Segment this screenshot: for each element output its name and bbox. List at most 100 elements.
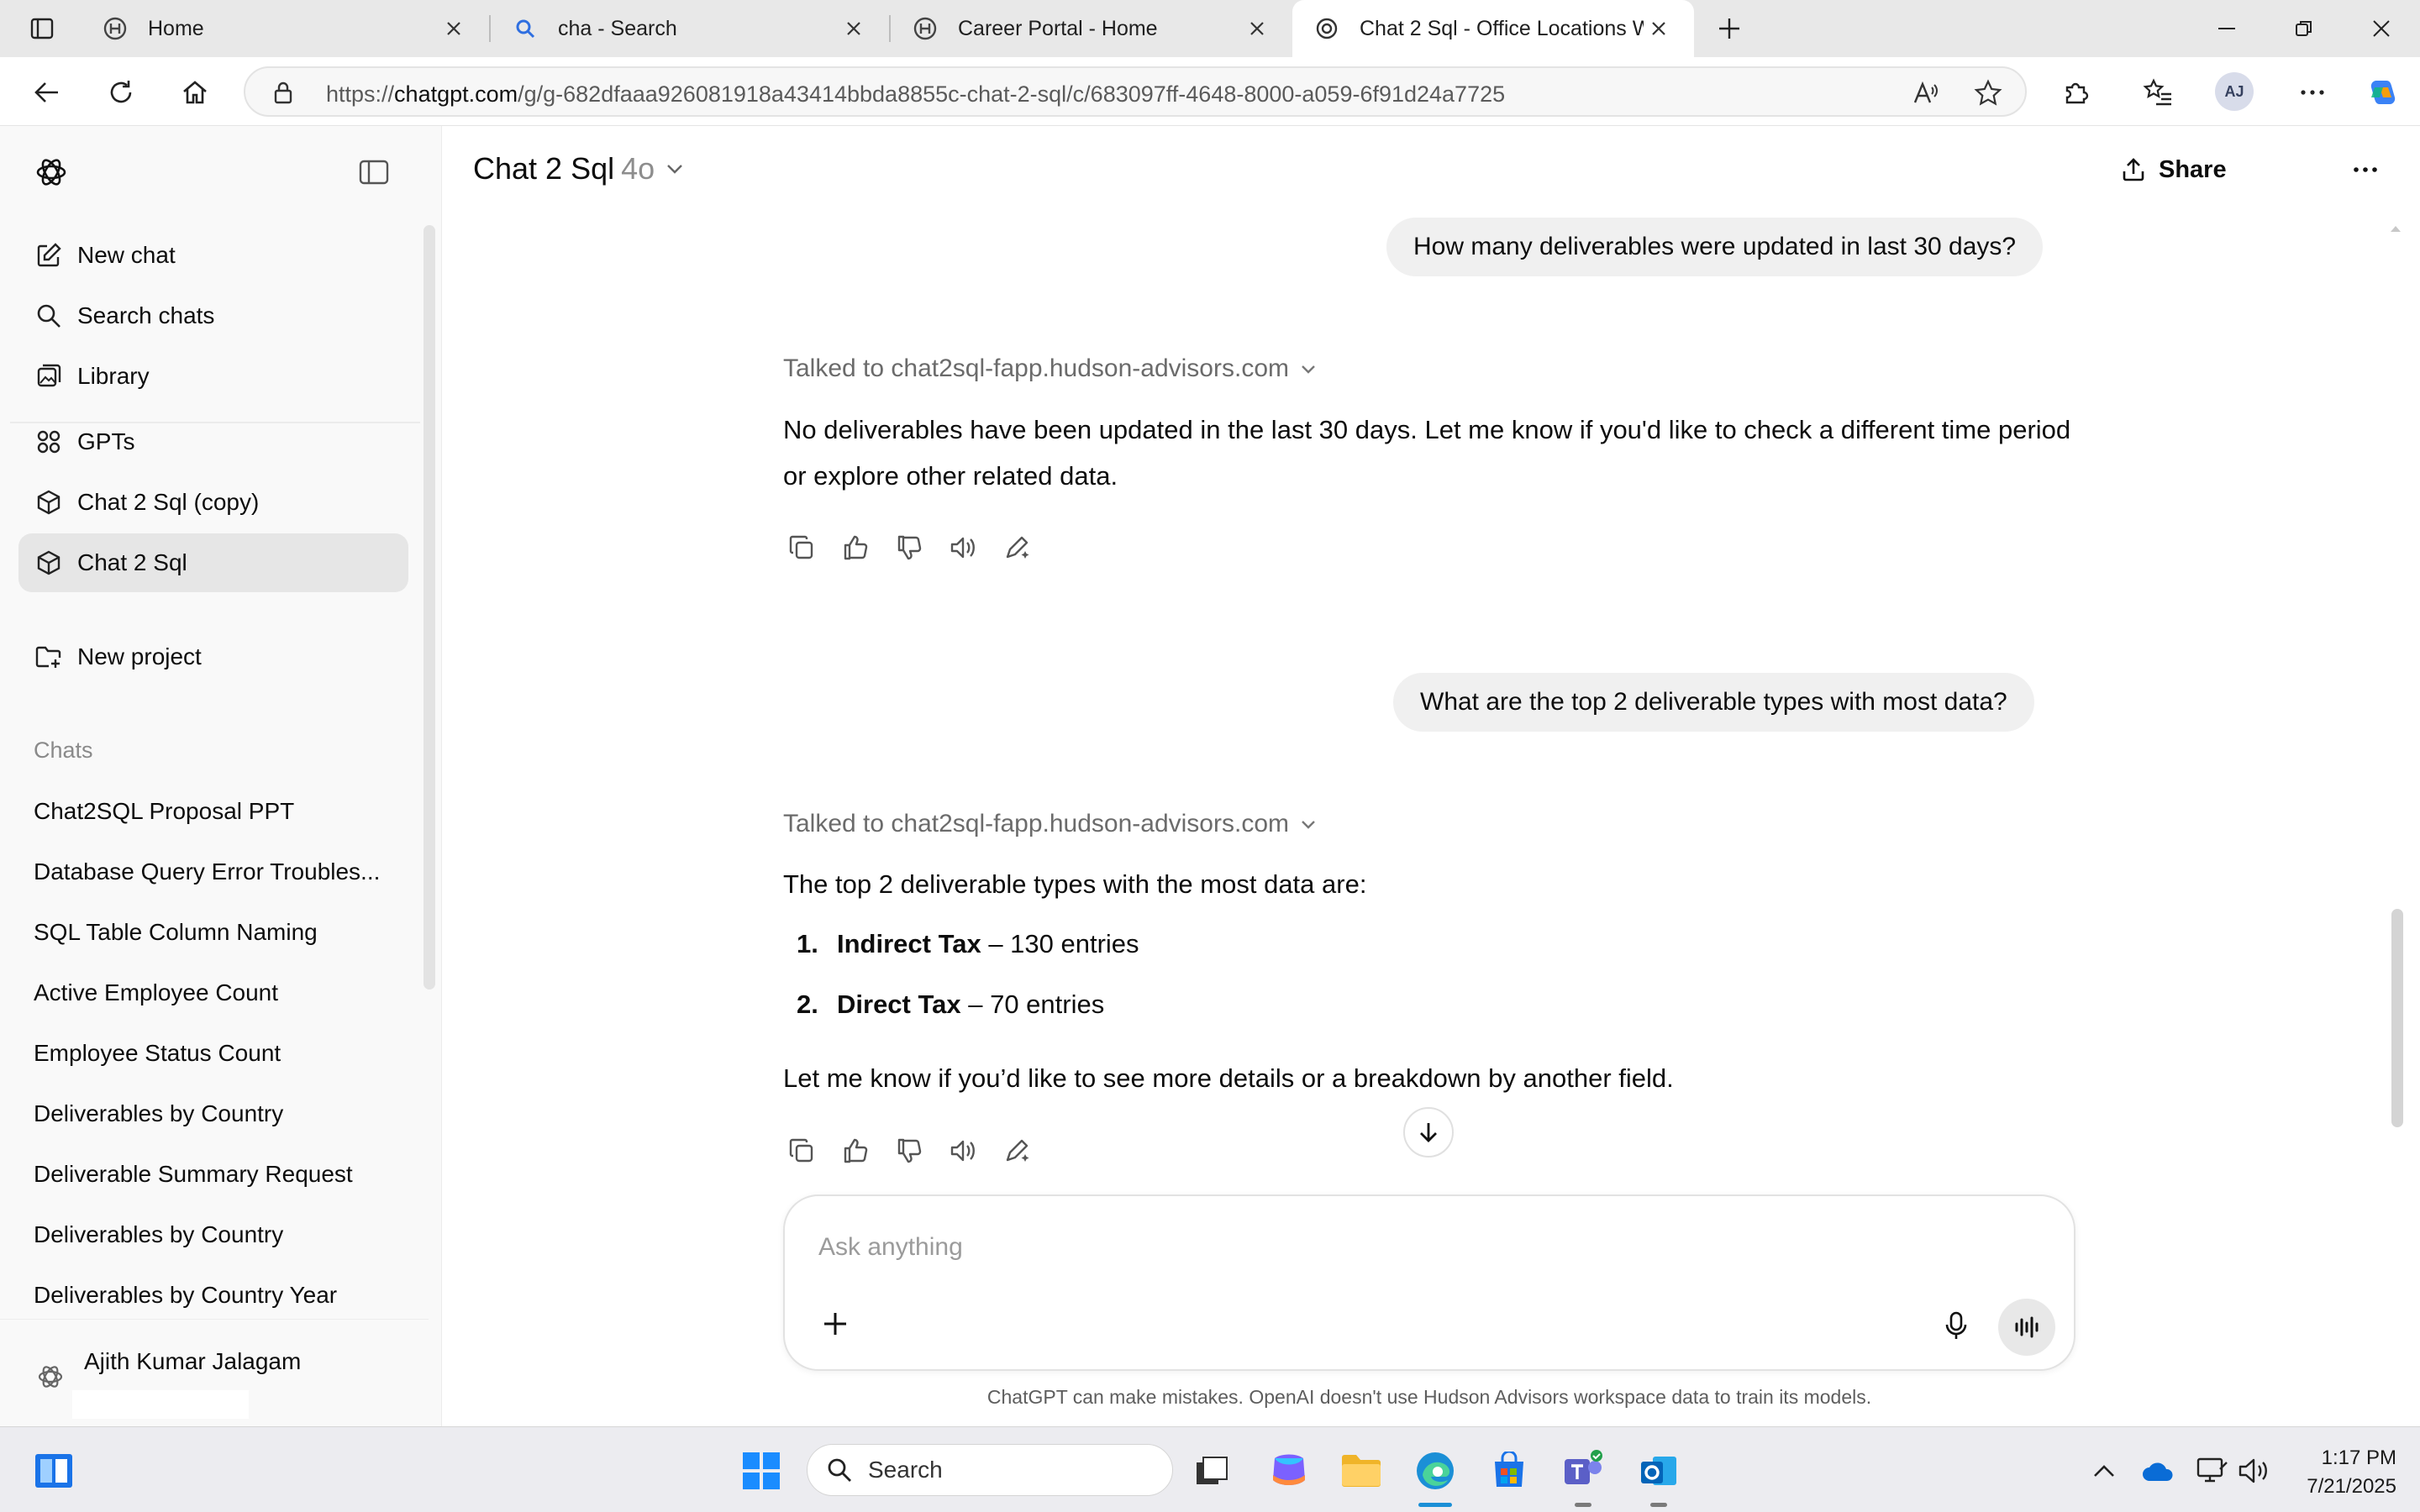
sidebar-scrollbar[interactable]: [424, 225, 435, 990]
copilot-button[interactable]: [2363, 72, 2403, 113]
favorites-button[interactable]: [2138, 72, 2178, 113]
teams-app[interactable]: [1560, 1447, 1607, 1494]
add-attachment-button[interactable]: [815, 1304, 855, 1344]
tab-career-portal[interactable]: Career Portal - Home: [891, 0, 1292, 57]
home-button[interactable]: [175, 72, 215, 113]
thumbs-down-icon[interactable]: [891, 1132, 928, 1169]
read-aloud-icon[interactable]: [944, 529, 981, 566]
favorite-star-icon[interactable]: [1973, 78, 2003, 108]
restore-icon: [2294, 18, 2314, 39]
close-window-button[interactable]: [2343, 0, 2420, 57]
chat-history-item[interactable]: Database Query Error Troubles...: [34, 858, 387, 885]
file-explorer-app[interactable]: [1338, 1447, 1385, 1494]
read-aloud-icon[interactable]: [1911, 78, 1941, 108]
widgets-button[interactable]: [30, 1447, 77, 1494]
chat-history-item[interactable]: SQL Table Column Naming: [34, 919, 387, 946]
close-icon: [2371, 18, 2391, 39]
tab-close-icon[interactable]: [439, 13, 469, 44]
folder-icon: [1342, 1455, 1381, 1487]
read-aloud-icon[interactable]: [944, 1132, 981, 1169]
tab-title: Career Portal - Home: [958, 16, 1158, 40]
sidebar-item-search-chats[interactable]: Search chats: [18, 286, 408, 345]
minimize-button[interactable]: [2188, 0, 2265, 57]
scroll-to-bottom-button[interactable]: [1403, 1107, 1454, 1158]
address-bar[interactable]: https://chatgpt.com/g/g-682dfaaa92608191…: [244, 66, 2027, 117]
disclaimer-text: ChatGPT can make mistakes. OpenAI doesn'…: [986, 1386, 1872, 1408]
favorites-list-icon: [2143, 77, 2173, 108]
conversation-options-button[interactable]: [2345, 150, 2386, 190]
chat-history-item[interactable]: Deliverables by Country Year: [34, 1282, 387, 1309]
windows-taskbar: Search 1:17 PM 7/21/2025: [0, 1426, 2420, 1512]
user-profile-row[interactable]: Ajith Kumar Jalagam: [0, 1319, 429, 1426]
clock-date: 7/21/2025: [2307, 1475, 2396, 1498]
sidebar: New chat Search chats Library GPTs Chat …: [0, 126, 442, 1426]
tab-search[interactable]: cha - Search: [491, 0, 889, 57]
thumbs-up-icon[interactable]: [837, 1132, 874, 1169]
tab-close-icon[interactable]: [1644, 13, 1674, 44]
sidebar-item-library[interactable]: Library: [18, 347, 408, 406]
back-button[interactable]: [27, 72, 67, 113]
edge-browser-app[interactable]: [1412, 1447, 1459, 1494]
sidebar-item-new-chat[interactable]: New chat: [18, 226, 408, 285]
tab-actions-icon: [29, 16, 55, 41]
start-button[interactable]: [738, 1447, 785, 1494]
m365-app[interactable]: [1265, 1447, 1313, 1494]
user-message: What are the top 2 deliverable types wit…: [1393, 673, 2034, 732]
taskbar-search[interactable]: Search: [807, 1444, 1173, 1496]
tab-actions-button[interactable]: [18, 12, 66, 45]
url-text: https://chatgpt.com/g/g-682dfaaa92608191…: [326, 81, 1506, 107]
copy-icon[interactable]: [783, 1132, 820, 1169]
chat-history-item[interactable]: Deliverable Summary Request: [34, 1161, 387, 1188]
voice-wave-icon: [2015, 1316, 2039, 1338]
extensions-button[interactable]: [2055, 72, 2096, 113]
copy-icon[interactable]: [783, 529, 820, 566]
share-button[interactable]: Share: [2120, 146, 2227, 193]
tool-call-summary[interactable]: Talked to chat2sql-fapp.hudson-advisors.…: [783, 810, 1318, 838]
user-name: Ajith Kumar Jalagam: [84, 1348, 302, 1374]
store-app[interactable]: [1486, 1447, 1533, 1494]
chat-history-item[interactable]: Employee Status Count: [34, 1040, 387, 1067]
settings-more-button[interactable]: [2292, 72, 2333, 113]
show-hidden-icons-button[interactable]: [2081, 1447, 2128, 1494]
refresh-button[interactable]: [101, 72, 141, 113]
voice-mode-button[interactable]: [1998, 1299, 2055, 1356]
onedrive-button[interactable]: [2134, 1447, 2181, 1494]
tab-close-icon[interactable]: [839, 13, 869, 44]
sidebar-item-chat-2-sql[interactable]: Chat 2 Sql: [18, 533, 408, 592]
new-tab-button[interactable]: [1711, 10, 1748, 47]
browser-tab-strip: Home cha - Search Career Portal - Home C…: [0, 0, 2420, 57]
sidebar-item-new-project[interactable]: New project: [18, 627, 408, 686]
outlook-app[interactable]: [1635, 1447, 1682, 1494]
chat-history-item[interactable]: Deliverables by Country: [34, 1100, 387, 1127]
prompt-input[interactable]: [818, 1228, 1995, 1267]
sidebar-item-label: Chat 2 Sql (copy): [77, 489, 260, 515]
chat-history-item[interactable]: Chat2SQL Proposal PPT: [34, 798, 387, 825]
edit-in-canvas-icon[interactable]: [998, 529, 1035, 566]
sidebar-item-chat-2-sql-copy[interactable]: Chat 2 Sql (copy): [18, 473, 408, 532]
profile-avatar[interactable]: AJ: [2215, 72, 2254, 111]
thumbs-up-icon[interactable]: [837, 529, 874, 566]
model-selector[interactable]: Chat 2 Sql 4o: [473, 151, 685, 186]
more-horizontal-icon: [2351, 155, 2380, 184]
network-button[interactable]: [2188, 1447, 2235, 1494]
model-version: 4o: [621, 151, 655, 186]
chatgpt-home-button[interactable]: [30, 151, 72, 193]
home-icon: [181, 78, 209, 107]
thumbs-down-icon[interactable]: [891, 529, 928, 566]
sidebar-item-gpts[interactable]: GPTs: [18, 412, 408, 471]
chat-history-item[interactable]: Deliverables by Country: [34, 1221, 387, 1248]
dictate-button[interactable]: [1936, 1305, 1976, 1346]
chat-history-item[interactable]: Active Employee Count: [34, 979, 387, 1006]
restore-button[interactable]: [2265, 0, 2343, 57]
tab-home[interactable]: Home: [81, 0, 489, 57]
volume-button[interactable]: [2230, 1447, 2277, 1494]
search-icon: [828, 1458, 851, 1482]
tab-close-icon[interactable]: [1242, 13, 1272, 44]
conversation-scrollbar-thumb[interactable]: [2391, 909, 2403, 1127]
edit-in-canvas-icon[interactable]: [998, 1132, 1035, 1169]
system-clock[interactable]: 1:17 PM 7/21/2025: [2279, 1444, 2396, 1501]
task-view-button[interactable]: [1188, 1447, 1235, 1494]
tab-chat-2-sql[interactable]: Chat 2 Sql - Office Locations Wor: [1292, 0, 1694, 57]
toggle-sidebar-button[interactable]: [353, 151, 395, 193]
tool-call-summary[interactable]: Talked to chat2sql-fapp.hudson-advisors.…: [783, 354, 1318, 383]
